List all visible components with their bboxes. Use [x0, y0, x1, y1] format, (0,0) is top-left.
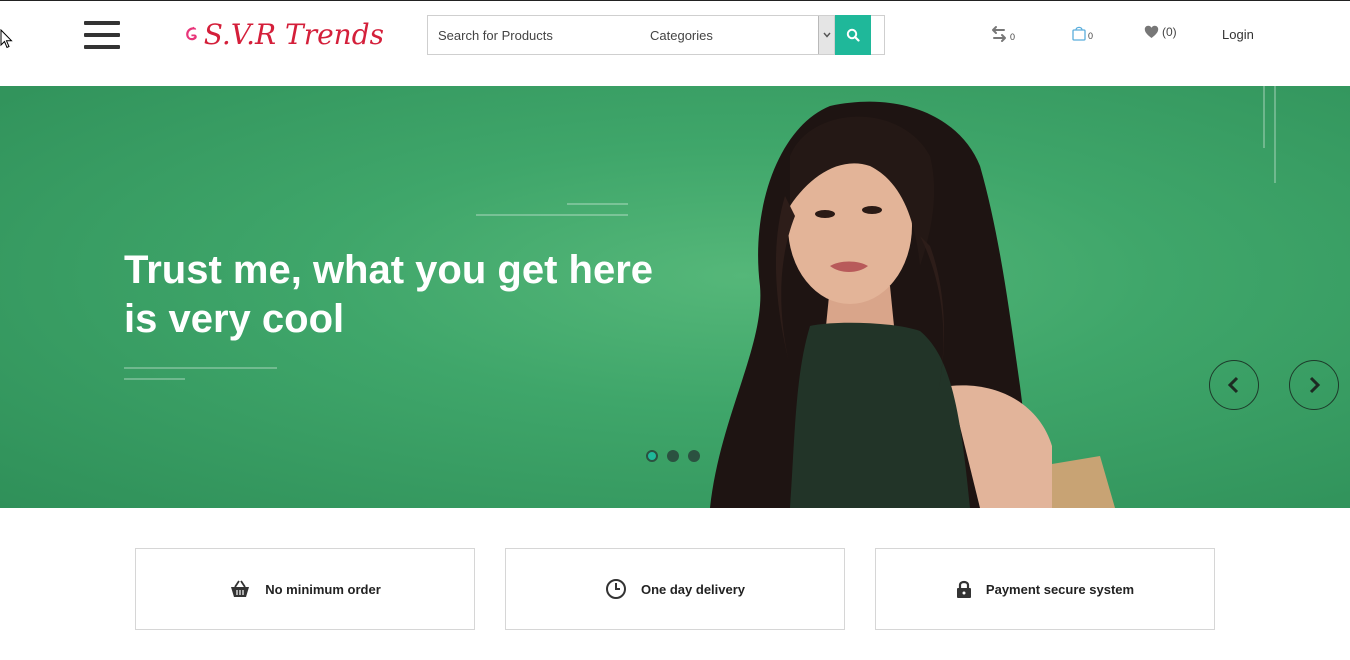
feature-box-payment-secure: Payment secure system	[875, 548, 1215, 630]
chevron-right-icon	[1309, 376, 1321, 394]
logo-text: S.V.R Trends	[203, 17, 384, 51]
menu-toggle-button[interactable]	[84, 21, 120, 49]
lock-icon	[956, 580, 971, 598]
chevron-down-icon[interactable]	[818, 16, 834, 54]
cart-count: 0	[1088, 31, 1094, 41]
site-logo[interactable]: S.V.R Trends	[184, 11, 384, 57]
feature-label: Payment secure system	[985, 581, 1135, 597]
decorative-line	[567, 203, 628, 205]
feature-box-one-day-delivery: One day delivery	[505, 548, 845, 630]
category-select[interactable]: Categories	[638, 16, 835, 54]
hero-heading: Trust me, what you get here is very cool	[124, 248, 654, 341]
category-select-label: Categories	[650, 27, 713, 43]
compare-link[interactable]: 0	[990, 25, 1015, 43]
search-button[interactable]	[835, 15, 871, 55]
heart-icon	[1144, 25, 1159, 38]
basket-icon	[231, 580, 250, 597]
carousel-dot[interactable]	[667, 450, 679, 462]
mouse-cursor-icon	[0, 29, 13, 49]
decorative-line	[1274, 86, 1276, 183]
feature-box-no-minimum-order: No minimum order	[135, 548, 475, 630]
site-header: S.V.R Trends Categories 0 0	[0, 0, 1350, 86]
feature-label: No minimum order	[265, 581, 381, 597]
hero-model-image	[710, 101, 1115, 508]
decorative-line	[124, 378, 185, 380]
carousel-dot[interactable]	[646, 450, 658, 462]
decorative-line	[1263, 86, 1265, 148]
search-input[interactable]	[428, 16, 638, 54]
search-bar: Categories	[427, 15, 885, 55]
carousel-dots	[646, 450, 700, 462]
cart-link[interactable]: 0	[1072, 25, 1093, 41]
carousel-dot[interactable]	[688, 450, 700, 462]
wishlist-link[interactable]: (0)	[1144, 25, 1177, 39]
feature-label: One day delivery	[640, 581, 746, 597]
decorative-line	[124, 367, 277, 369]
chevron-left-icon	[1227, 376, 1239, 394]
compare-count: 0	[1010, 32, 1016, 42]
clock-icon	[605, 579, 626, 599]
slider-prev-button[interactable]	[1209, 360, 1259, 410]
hero-slider: Trust me, what you get here is very cool	[0, 86, 1350, 508]
decorative-line	[476, 214, 628, 216]
wishlist-count: (0)	[1162, 25, 1177, 39]
search-icon	[846, 28, 860, 42]
shopping-bag-icon	[1072, 26, 1086, 41]
logo-mark-icon	[186, 26, 197, 41]
login-link[interactable]: Login	[1222, 27, 1254, 42]
slider-next-button[interactable]	[1289, 360, 1339, 410]
compare-icon	[992, 26, 1006, 42]
